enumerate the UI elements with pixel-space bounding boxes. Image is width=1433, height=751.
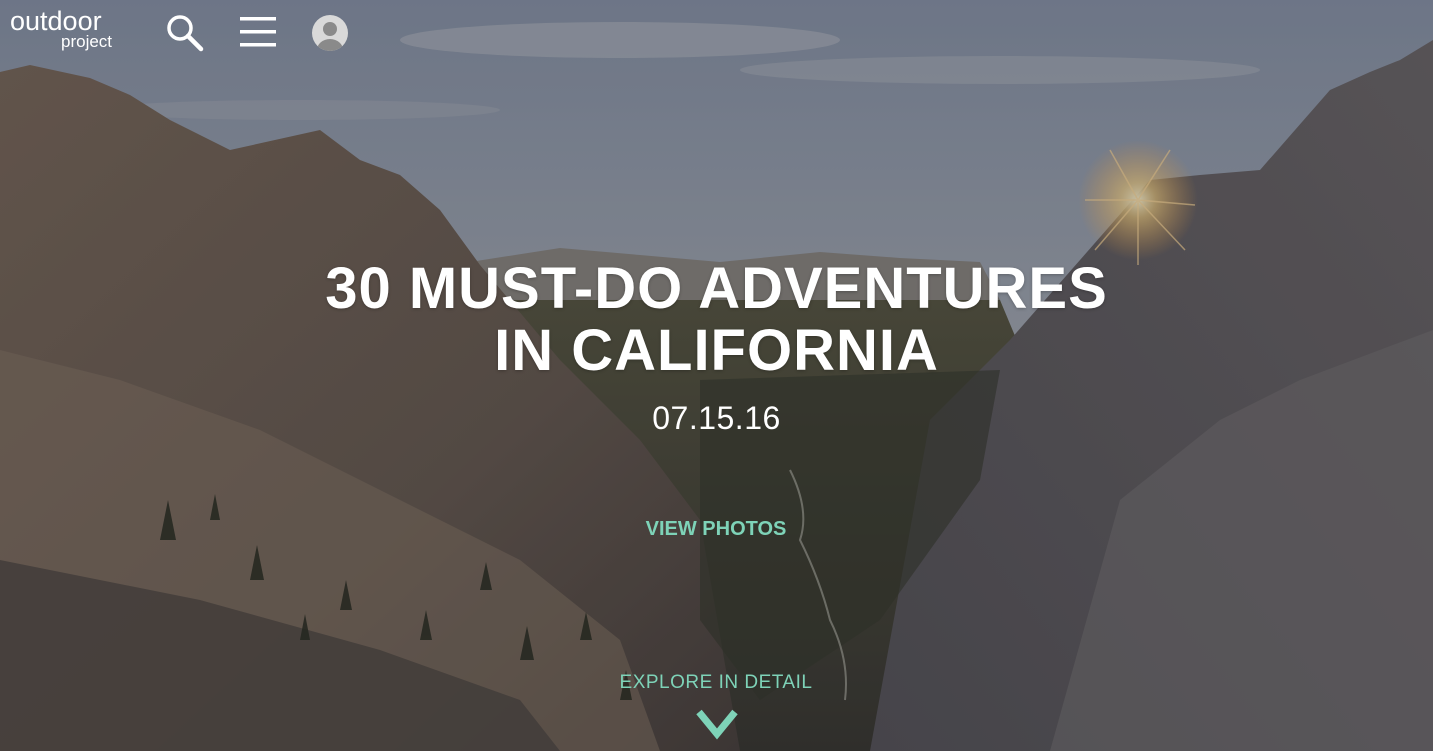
explore-in-detail-link[interactable]: EXPLORE IN DETAIL	[566, 672, 866, 694]
scroll-down-button[interactable]	[695, 708, 739, 740]
view-photos-link[interactable]: VIEW PHOTOS	[616, 518, 816, 541]
outdoor-project-logo[interactable]: outdoor project	[10, 6, 113, 51]
chevron-down-icon	[696, 709, 738, 740]
account-button[interactable]	[311, 14, 349, 52]
search-button[interactable]	[164, 12, 206, 54]
hero-section: outdoor project 30 MUST-DO ADVENTURES IN…	[0, 0, 1433, 751]
logo-word-outdoor: outdoor	[10, 6, 102, 36]
hamburger-menu-icon	[240, 17, 276, 47]
user-avatar-icon	[312, 15, 348, 51]
page-title: 30 MUST-DO ADVENTURES IN CALIFORNIA	[0, 258, 1433, 382]
search-icon	[167, 15, 204, 52]
logo-word-project: project	[61, 32, 113, 51]
title-line-2: IN CALIFORNIA	[494, 318, 939, 383]
menu-button[interactable]	[238, 14, 278, 50]
title-line-1: 30 MUST-DO ADVENTURES	[325, 256, 1108, 321]
publish-date: 07.15.16	[652, 400, 781, 436]
